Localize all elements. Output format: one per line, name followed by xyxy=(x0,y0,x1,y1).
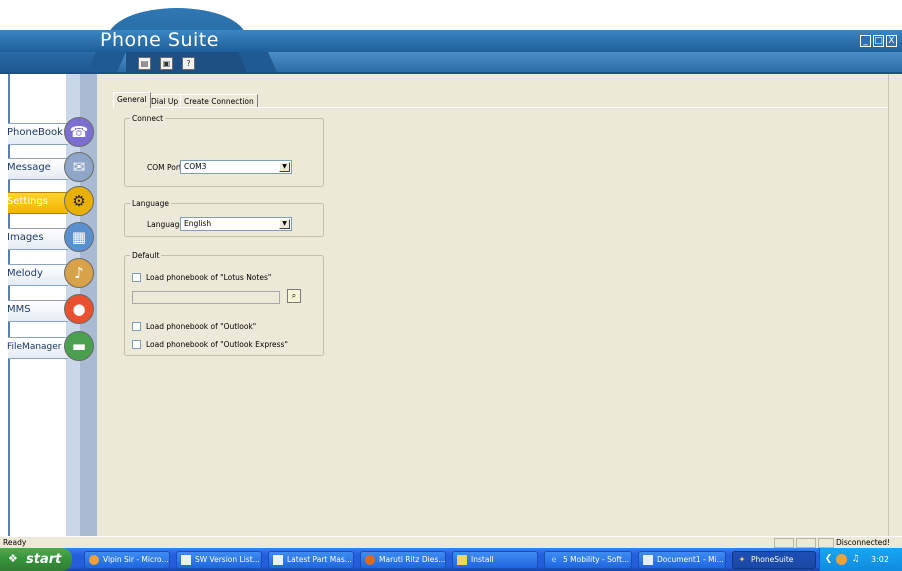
speaker-icon[interactable]: ♫ xyxy=(850,554,861,565)
taskbar-item-label: Install xyxy=(471,555,494,564)
sidebar-item-label: Settings xyxy=(7,196,49,207)
sidebar-item-mms[interactable]: MMS ● xyxy=(0,294,94,324)
taskbar-item-active[interactable]: ✦ PhoneSuite xyxy=(732,551,816,569)
sidebar-item-label: MMS xyxy=(7,304,31,315)
sidebar-item-filemanager[interactable]: FileManager ▬ xyxy=(0,331,94,361)
phone-icon: ☎ xyxy=(64,117,94,147)
outlook-icon xyxy=(89,555,99,565)
taskbar-item-label: Document1 - Mi... xyxy=(657,555,724,564)
ie-icon: e xyxy=(551,555,557,564)
language-group-legend: Language xyxy=(132,199,170,208)
status-cell xyxy=(818,538,834,548)
tray-expand-icon[interactable]: ❮ xyxy=(823,554,834,565)
checkbox-box[interactable] xyxy=(132,273,141,282)
taskbar-item[interactable]: SW Version List... xyxy=(176,551,262,569)
taskbar-item[interactable]: Install xyxy=(452,551,538,569)
connect-group-legend: Connect xyxy=(132,114,164,123)
image-icon: ▦ xyxy=(64,222,94,252)
lotus-notes-label: Load phonebook of "Lotus Notes" xyxy=(146,273,272,282)
chevron-down-icon[interactable]: ▼ xyxy=(279,162,290,172)
properties-icon[interactable]: ▣ xyxy=(160,57,173,70)
taskbar-item-label: Maruti Ritz Dies... xyxy=(379,555,446,564)
document-icon[interactable]: ▤ xyxy=(138,57,151,70)
clock: 3:02 PM xyxy=(871,555,889,564)
lotus-notes-path-field[interactable] xyxy=(132,291,280,304)
sidebar-item-label: Melody xyxy=(7,268,43,279)
chevron-down-icon[interactable]: ▼ xyxy=(279,219,290,229)
tab-dial-up[interactable]: Dial Up xyxy=(147,94,183,108)
sidebar-item-label: Images xyxy=(7,232,44,243)
excel-icon xyxy=(181,555,191,565)
sidebar-item-phonebook[interactable]: PhoneBook ☎ xyxy=(0,117,94,147)
com-port-label: COM Port: xyxy=(147,163,185,172)
connect-group: Connect xyxy=(124,114,324,187)
taskbar-item[interactable]: Maruti Ritz Dies... xyxy=(360,551,446,569)
music-note-icon: ♪ xyxy=(64,258,94,288)
com-port-value: COM3 xyxy=(184,162,207,171)
windows-logo-icon: ❖ xyxy=(8,552,18,565)
word-icon xyxy=(643,555,653,565)
checkbox-box[interactable] xyxy=(132,340,141,349)
status-cell xyxy=(796,538,816,548)
language-value: English xyxy=(184,219,212,228)
help-icon[interactable]: ? xyxy=(182,57,195,70)
tab-strip-line xyxy=(113,107,888,108)
com-port-select[interactable]: COM3 ▼ xyxy=(180,160,292,174)
panel-divider xyxy=(888,74,889,536)
taskbar-item[interactable]: Vipin Sir - Micro... xyxy=(84,551,170,569)
folder-icon: ▬ xyxy=(64,331,94,361)
minimize-button[interactable]: _ xyxy=(860,35,871,47)
close-button[interactable]: X xyxy=(886,35,897,47)
app-title: Phone Suite xyxy=(100,29,219,51)
sidebar-item-label: Message xyxy=(7,162,51,173)
status-bar: Ready Disconnected! xyxy=(0,536,902,548)
sidebar-item-label: PhoneBook xyxy=(7,127,63,138)
sidebar-item-images[interactable]: Images ▦ xyxy=(0,222,94,252)
settings-icon: ⚙ xyxy=(64,186,94,216)
status-text: Ready xyxy=(3,538,27,547)
excel-icon xyxy=(273,555,283,565)
phonesuite-icon: ✦ xyxy=(738,555,746,564)
taskbar-item-label: SW Version List... xyxy=(195,555,260,564)
checkbox-box[interactable] xyxy=(132,322,141,331)
taskbar-item-label: Vipin Sir - Micro... xyxy=(103,555,169,564)
outlook-express-label: Load phonebook of "Outlook Express" xyxy=(146,340,288,349)
envelope-icon: ✉ xyxy=(64,152,94,182)
default-group-legend: Default xyxy=(132,251,160,260)
connection-status: Disconnected! xyxy=(836,538,891,547)
outlook-label: Load phonebook of "Outlook" xyxy=(146,322,257,331)
firefox-icon xyxy=(365,555,375,565)
maximize-button[interactable]: □ xyxy=(873,35,884,47)
tray-app-icon[interactable] xyxy=(836,554,847,565)
taskbar-item-label: 5 Mobility - Soft... xyxy=(563,555,630,564)
folder-icon xyxy=(457,555,467,565)
sidebar-item-settings[interactable]: Settings ⚙ xyxy=(0,186,94,216)
tab-general[interactable]: General xyxy=(113,92,151,108)
taskbar-item[interactable]: Latest Part Mas... xyxy=(268,551,354,569)
sidebar-item-label: FileManager xyxy=(7,342,62,352)
balloon-icon: ● xyxy=(64,294,94,324)
taskbar-item-label: PhoneSuite xyxy=(751,555,794,564)
status-cell xyxy=(774,538,794,548)
tab-create-connection[interactable]: Create Connection xyxy=(180,94,258,108)
taskbar-item[interactable]: Document1 - Mi... xyxy=(638,551,726,569)
language-select[interactable]: English ▼ xyxy=(180,217,292,231)
browse-icon[interactable]: ⌕ xyxy=(287,289,301,303)
sidebar-item-message[interactable]: Message ✉ xyxy=(0,152,94,182)
taskbar-item-label: Latest Part Mas... xyxy=(287,555,352,564)
sidebar-item-melody[interactable]: Melody ♪ xyxy=(0,258,94,288)
taskbar-item[interactable]: e 5 Mobility - Soft... xyxy=(544,551,632,569)
